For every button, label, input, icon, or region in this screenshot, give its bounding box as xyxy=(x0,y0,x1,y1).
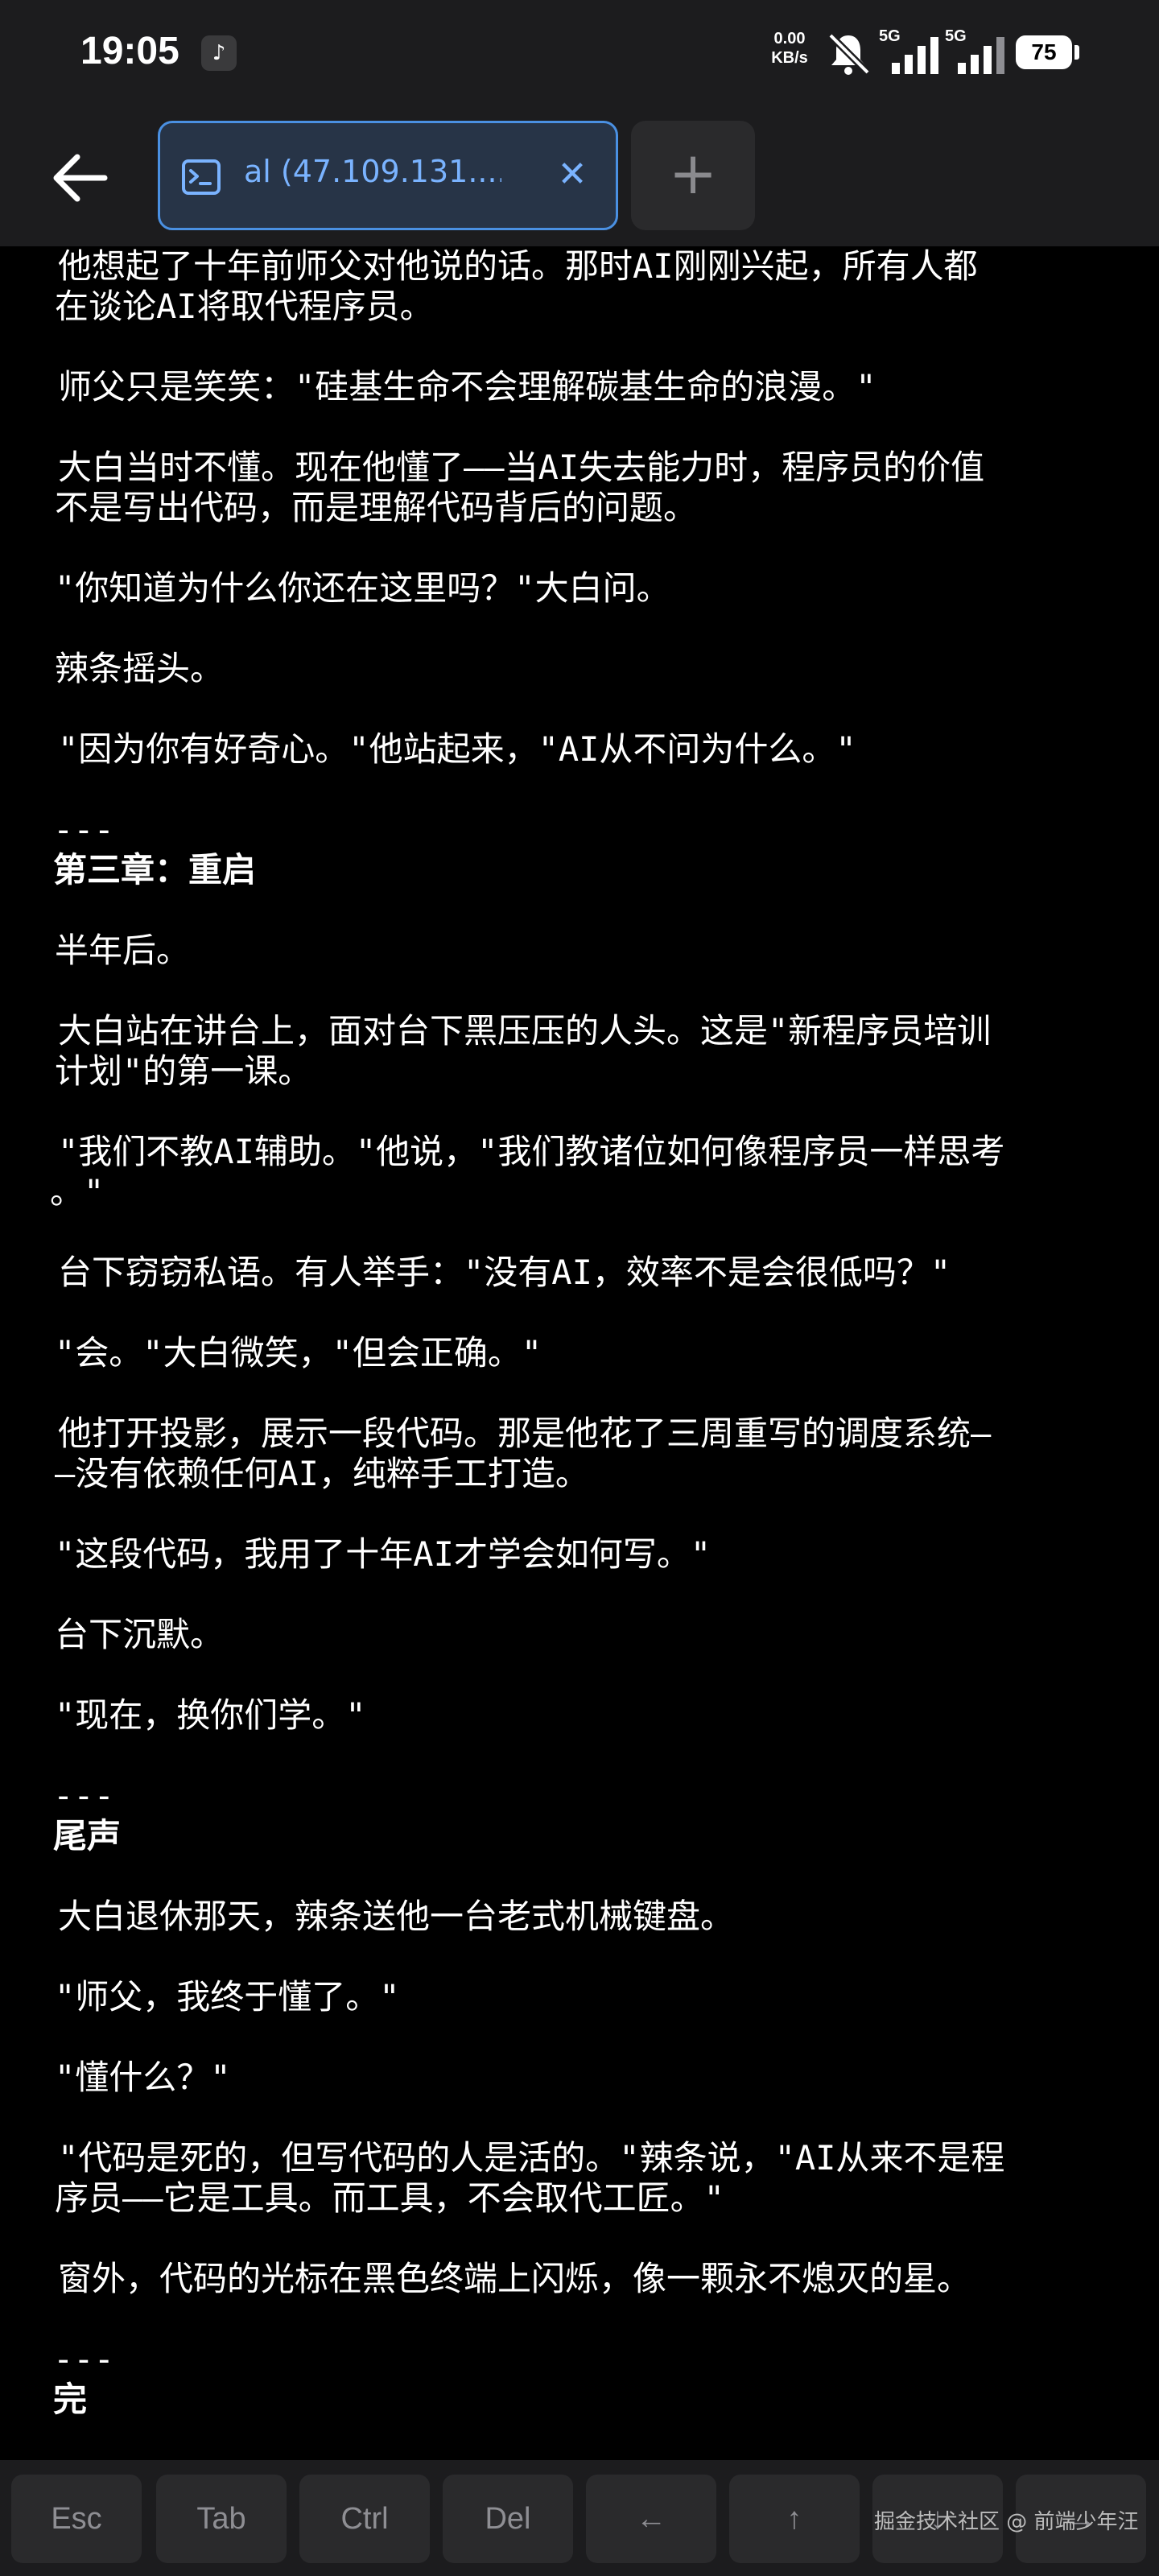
status-bar: 19:05 ♪ 0.00 KB/s 5G 5G 75 xyxy=(0,0,1159,109)
tab-bar: al (47.109.131.... ✕ + xyxy=(0,109,1159,246)
terminal-line: 他想起了十年前师父对他说的话。那时AI刚刚兴起，所有人都 xyxy=(58,246,978,286)
terminal-line: 大白当时不懂。现在他懂了——当AI失去能力时，程序员的价值 xyxy=(58,448,985,487)
tab-label: al (47.109.131.... xyxy=(244,154,501,189)
mute-icon xyxy=(827,32,871,76)
tab-session[interactable]: al (47.109.131.... ✕ xyxy=(158,121,618,230)
terminal-line: "这段代码，我用了十年AI才学会如何写。" xyxy=(55,1534,711,1574)
terminal-line: 台下窃窃私语。有人举手："没有AI，效率不是会很低吗？" xyxy=(58,1253,951,1292)
signal-icon: 5G xyxy=(879,27,942,76)
terminal-line: 他打开投影，展示一段代码。那是他花了三周重写的调度系统— xyxy=(58,1414,992,1453)
terminal-line: "会。"大白微笑，"但会正确。" xyxy=(55,1333,542,1373)
terminal-line: "你知道为什么你还在这里吗？"大白问。 xyxy=(55,568,670,608)
battery-icon: 75 xyxy=(1016,35,1072,69)
network-speed-unit: KB/s xyxy=(771,49,808,67)
key-up-arrow[interactable]: ↑ xyxy=(729,2475,860,2563)
terminal-line: 辣条摇头。 xyxy=(55,649,225,688)
back-arrow-icon[interactable] xyxy=(40,142,118,214)
key-del[interactable]: Del xyxy=(443,2475,573,2563)
key-left-arrow[interactable]: ← xyxy=(586,2475,716,2563)
terminal-line: --- xyxy=(53,810,114,849)
signal-icon: 5G xyxy=(945,27,1008,76)
terminal-line: 。" xyxy=(50,1172,105,1212)
terminal-line: 不是写出代码，而是理解代码背后的问题。 xyxy=(55,488,698,527)
terminal-line: 台下沉默。 xyxy=(55,1615,225,1654)
terminal-line: —没有依赖任何AI，纯粹手工打造。 xyxy=(55,1454,589,1493)
key-esc[interactable]: Esc xyxy=(11,2475,142,2563)
terminal-line: 大白站在讲台上，面对台下黑压压的人头。这是"新程序员培训 xyxy=(58,1011,992,1051)
terminal-app-screen: 19:05 ♪ 0.00 KB/s 5G 5G 75 al (47.109.13… xyxy=(0,0,1159,2576)
terminal-line: "师父，我终于懂了。" xyxy=(55,1977,400,2017)
section-heading: 第三章：重启 xyxy=(53,850,257,890)
terminal-line: "代码是死的，但写代码的人是活的。"辣条说，"AI从来不是程 xyxy=(58,2138,1005,2178)
network-speed: 0.00 KB/s xyxy=(761,29,818,68)
terminal-line: 序员——它是工具。而工具，不会取代工匠。" xyxy=(55,2178,724,2218)
terminal-line: "懂什么？" xyxy=(55,2058,231,2097)
battery-tip xyxy=(1074,45,1079,60)
terminal-line: 窗外，代码的光标在黑色终端上闪烁，像一颗永不熄灭的星。 xyxy=(58,2259,971,2298)
terminal-line: 半年后。 xyxy=(55,931,191,970)
key-tab[interactable]: Tab xyxy=(156,2475,287,2563)
terminal-icon xyxy=(182,159,221,195)
key-ctrl[interactable]: Ctrl xyxy=(299,2475,430,2563)
new-tab-button[interactable]: + xyxy=(631,121,755,230)
terminal-line: 大白退休那天，辣条送他一台老式机械键盘。 xyxy=(58,1897,735,1936)
terminal-line: 在谈论AI将取代程序员。 xyxy=(55,287,434,326)
status-time: 19:05 xyxy=(80,30,179,72)
terminal-line: 师父只是笑笑："硅基生命不会理解碳基生命的浪漫。" xyxy=(58,367,876,407)
section-heading: 尾声 xyxy=(53,1816,122,1856)
section-heading: 完 xyxy=(53,2380,88,2419)
close-icon[interactable]: ✕ xyxy=(548,151,596,199)
watermark: 掘金技术社区 @ 前端少年汪 xyxy=(874,2510,1139,2534)
tiktok-icon: ♪ xyxy=(201,35,237,71)
terminal-line: "我们不教AI辅助。"他说，"我们教诸位如何像程序员一样思考 xyxy=(58,1132,1005,1171)
terminal-line: "现在，换你们学。" xyxy=(55,1695,366,1735)
terminal-output[interactable]: 他想起了十年前师父对他说的话。那时AI刚刚兴起，所有人都 在谈论AI将取代程序员。… xyxy=(0,246,1159,2460)
terminal-line: --- xyxy=(53,1776,114,1815)
terminal-line: 计划"的第一课。 xyxy=(55,1051,312,1091)
terminal-line: --- xyxy=(53,2339,114,2379)
network-speed-value: 0.00 xyxy=(773,30,806,47)
terminal-line: "因为你有好奇心。"他站起来，"AI从不问为什么。" xyxy=(58,729,856,769)
